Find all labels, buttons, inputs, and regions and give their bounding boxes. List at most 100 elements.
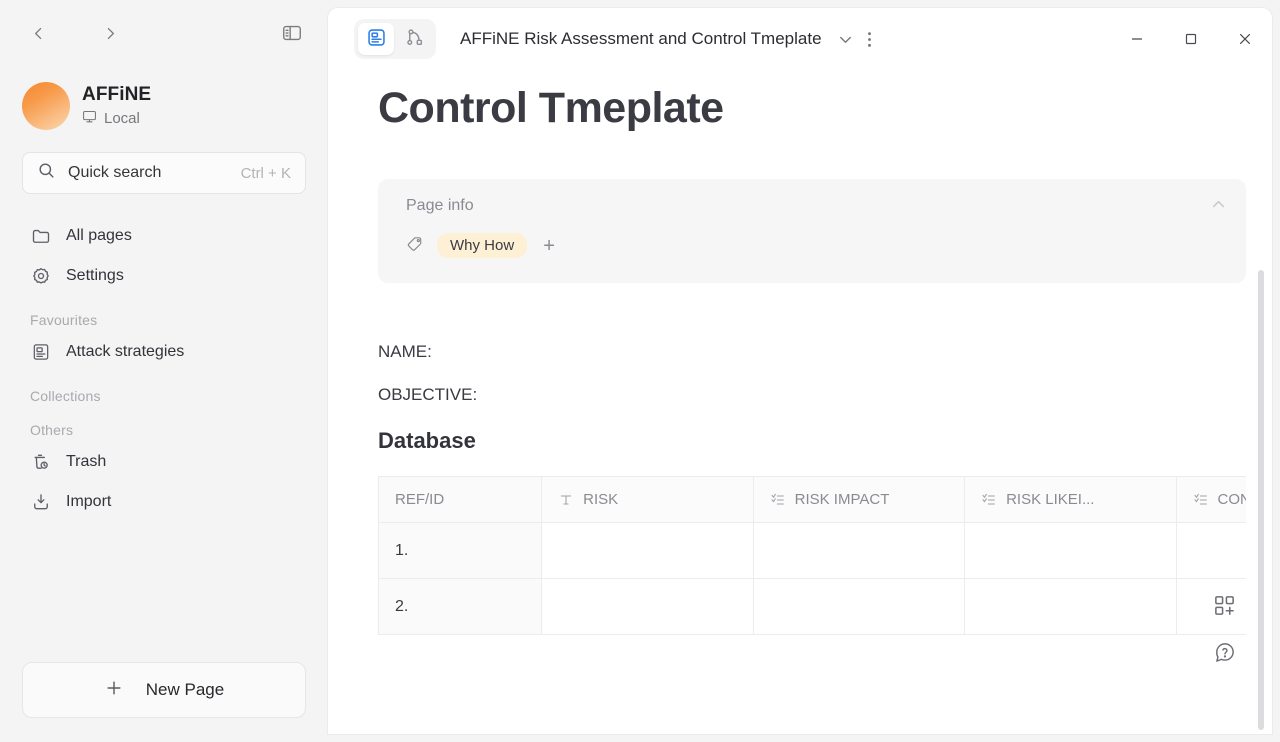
edgeless-mode-button[interactable] xyxy=(396,23,432,55)
gear-icon xyxy=(30,265,52,287)
column-header-risk-likelihood[interactable]: RISK LIKEI... xyxy=(964,476,1177,524)
monitor-icon xyxy=(82,109,97,128)
sidebar: AFFiNE Local Quick search Ctrl + K All p… xyxy=(0,0,328,742)
column-header-control-description[interactable]: CONTROL DESCRIP xyxy=(1175,476,1246,524)
select-icon xyxy=(770,492,786,508)
window-titlebar: AFFiNE Risk Assessment and Control Tmepl… xyxy=(328,8,1272,70)
cell-ref-id[interactable]: 2. xyxy=(378,578,543,636)
section-label-others: Others xyxy=(30,422,74,438)
table-row: 2. xyxy=(378,578,1246,636)
page-title[interactable]: Control Tmeplate xyxy=(378,84,1272,133)
table-header-row: REF/ID RISK RISK IMPACT RISK LIKEI... CO… xyxy=(378,476,1246,524)
select-icon xyxy=(1193,492,1209,508)
sidebar-item-label: Trash xyxy=(66,453,107,470)
nav-back-button[interactable] xyxy=(22,17,54,49)
section-label-collections: Collections xyxy=(30,388,101,404)
new-page-label: New Page xyxy=(145,680,225,699)
workspace-selector[interactable]: AFFiNE Local xyxy=(0,74,328,130)
cell-risk-likelihood[interactable] xyxy=(964,578,1177,636)
sidebar-item-all-pages[interactable]: All pages xyxy=(22,216,306,256)
cell-risk-impact[interactable] xyxy=(752,522,966,580)
floating-tools xyxy=(1213,594,1236,664)
sidebar-item-label: Settings xyxy=(66,267,124,284)
cell-risk-impact[interactable] xyxy=(752,578,966,636)
nav-forward-button[interactable] xyxy=(94,17,126,49)
sidebar-item-attack-strategies[interactable]: Attack strategies xyxy=(22,332,306,372)
sidebar-footer: New Page xyxy=(0,662,328,742)
sidebar-item-label: Import xyxy=(66,493,112,510)
nav-arrows xyxy=(22,17,126,49)
table-row: 1. xyxy=(378,522,1246,580)
page-info-panel: Page info Why How + xyxy=(378,179,1246,284)
tag-chip[interactable]: Why How xyxy=(437,233,528,259)
edgeless-mode-icon xyxy=(404,27,425,51)
search-icon xyxy=(37,161,56,185)
document-title: AFFiNE Risk Assessment and Control Tmepl… xyxy=(460,29,822,48)
sidebar-item-label: All pages xyxy=(66,227,132,244)
column-label: RISK LIKEI... xyxy=(1006,491,1095,509)
text-icon xyxy=(558,492,574,508)
column-label: REF/ID xyxy=(395,491,445,509)
column-header-risk-impact[interactable]: RISK IMPACT xyxy=(752,476,966,524)
minimize-button[interactable] xyxy=(1110,8,1164,70)
cell-risk-likelihood[interactable] xyxy=(964,522,1177,580)
sidebar-topbar xyxy=(0,0,328,66)
help-icon[interactable] xyxy=(1213,641,1236,664)
page-info-title: Page info xyxy=(406,197,474,215)
workspace-name: AFFiNE xyxy=(82,84,152,105)
cell-risk[interactable] xyxy=(541,522,754,580)
more-options-icon[interactable] xyxy=(863,25,876,54)
app-window: AFFiNE Local Quick search Ctrl + K All p… xyxy=(0,0,1280,742)
paragraph-name[interactable]: NAME: xyxy=(378,339,1272,365)
page-mode-button[interactable] xyxy=(358,23,394,55)
collapse-page-info-icon[interactable] xyxy=(1209,195,1228,219)
close-button[interactable] xyxy=(1218,8,1272,70)
folder-icon xyxy=(30,225,52,247)
database-block: REF/ID RISK RISK IMPACT RISK LIKEI... CO… xyxy=(378,476,1246,636)
document-body: Control Tmeplate Page info Why How + NAM… xyxy=(328,84,1272,734)
sidebar-item-import[interactable]: Import xyxy=(22,482,306,522)
page-mode-icon xyxy=(366,27,387,51)
scrollbar-track[interactable] xyxy=(1258,270,1264,734)
database-table: REF/ID RISK RISK IMPACT RISK LIKEI... CO… xyxy=(378,476,1246,636)
cell-ref-id[interactable]: 1. xyxy=(378,522,543,580)
import-icon xyxy=(30,491,52,513)
column-label: RISK xyxy=(583,491,619,509)
section-label-favourites: Favourites xyxy=(30,312,98,328)
new-page-button[interactable]: New Page xyxy=(22,662,306,718)
add-tag-button[interactable]: + xyxy=(539,234,559,258)
database-heading[interactable]: Database xyxy=(378,428,1272,454)
cell-control-description[interactable] xyxy=(1175,522,1246,580)
add-block-icon[interactable] xyxy=(1213,594,1236,617)
editor-mode-switch xyxy=(354,19,436,59)
workspace-sync-status: Local xyxy=(82,109,151,128)
sidebar-item-label: Attack strategies xyxy=(66,343,185,360)
tag-icon xyxy=(406,234,425,258)
select-icon xyxy=(981,492,997,508)
search-label: Quick search xyxy=(68,164,162,181)
workspace-sync-label: Local xyxy=(104,110,140,127)
paragraph-objective[interactable]: OBJECTIVE: xyxy=(378,382,1272,408)
workspace-meta: AFFiNE Local xyxy=(82,84,151,128)
page-icon xyxy=(30,341,52,363)
trash-icon xyxy=(30,451,52,473)
page-info-tags-row: Why How + xyxy=(406,233,1226,259)
sidebar-item-trash[interactable]: Trash xyxy=(22,442,306,482)
column-header-ref-id[interactable]: REF/ID xyxy=(378,476,543,524)
plus-icon xyxy=(104,678,124,703)
search-input[interactable]: Quick search Ctrl + K xyxy=(22,152,306,194)
column-header-risk[interactable]: RISK xyxy=(541,476,754,524)
sidebar-item-settings[interactable]: Settings xyxy=(22,256,306,296)
workspace-avatar xyxy=(22,82,70,130)
scrollbar-thumb[interactable] xyxy=(1258,270,1264,730)
maximize-button[interactable] xyxy=(1164,8,1218,70)
window-controls xyxy=(1110,8,1272,70)
sidebar-toggle-icon[interactable] xyxy=(276,17,308,49)
chevron-down-icon[interactable] xyxy=(836,30,855,49)
cell-risk[interactable] xyxy=(541,578,754,636)
sidebar-nav: All pages Settings Favourites Attack str… xyxy=(0,216,328,522)
column-label: CONTROL DESCRIP xyxy=(1217,491,1246,509)
search-shortcut: Ctrl + K xyxy=(240,164,291,182)
column-label: RISK IMPACT xyxy=(794,491,890,509)
main-panel: AFFiNE Risk Assessment and Control Tmepl… xyxy=(328,8,1272,734)
